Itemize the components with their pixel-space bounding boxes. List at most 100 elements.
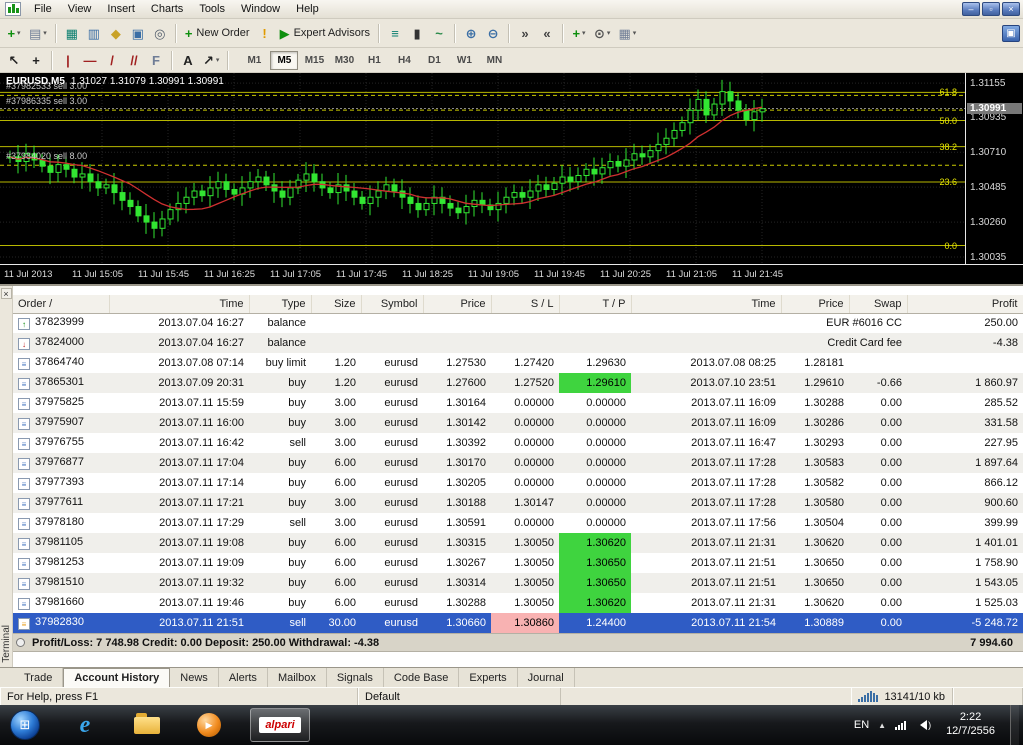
arrow-objects-button[interactable]: ↗▾ — [199, 49, 223, 71]
cursor-button[interactable]: ↖ — [3, 49, 25, 71]
timeframe-m1[interactable]: M1 — [240, 51, 268, 70]
column-header-symbol[interactable]: Symbol — [361, 295, 423, 313]
timeframe-h4[interactable]: H4 — [390, 51, 418, 70]
metaeditor-button[interactable]: ! — [254, 22, 276, 44]
indicators-button[interactable]: +▾ — [568, 22, 590, 44]
menu-item-file[interactable]: File — [26, 1, 60, 17]
taskbar-clock[interactable]: 2:22 12/7/2556 — [940, 711, 1001, 739]
strategy-tester-button[interactable]: ◎ — [149, 22, 171, 44]
templates-button[interactable]: ▦▾ — [614, 22, 640, 44]
column-header-t-p[interactable]: T / P — [559, 295, 631, 313]
column-header-type[interactable]: Type — [249, 295, 311, 313]
trendline-button[interactable]: / — [101, 49, 123, 71]
column-header-s-l[interactable]: S / L — [491, 295, 559, 313]
history-row[interactable]: ≡378647402013.07.08 07:14buy limit1.20eu… — [13, 353, 1023, 373]
chart-profiles-button[interactable]: ▤▾ — [25, 22, 51, 44]
periods-button[interactable]: ⊙▾ — [590, 22, 614, 44]
tab-signals[interactable]: Signals — [327, 668, 384, 687]
market-watch-button[interactable]: ▦ — [61, 22, 83, 44]
history-row[interactable]: ≡379828302013.07.11 21:51sell30.00eurusd… — [13, 613, 1023, 633]
chart-panel[interactable]: EURUSD,M51.31027 1.31079 1.30991 1.30991… — [0, 73, 1023, 284]
volume-icon[interactable]: ) — [915, 720, 931, 730]
docked-window-button[interactable]: ▣ — [1002, 25, 1020, 42]
restore-button[interactable]: ▫ — [982, 2, 1000, 16]
timeframe-w1[interactable]: W1 — [450, 51, 478, 70]
text-label-button[interactable]: A — [177, 49, 199, 71]
timeframe-mn[interactable]: MN — [480, 51, 508, 70]
menu-item-view[interactable]: View — [60, 1, 100, 17]
timeframe-d1[interactable]: D1 — [420, 51, 448, 70]
navigator-button[interactable]: ◆ — [105, 22, 127, 44]
history-row[interactable]: ↓378240002013.07.04 16:27balanceCredit C… — [13, 333, 1023, 353]
menu-item-window[interactable]: Window — [233, 1, 288, 17]
taskbar-windows-explorer[interactable] — [126, 708, 168, 742]
history-row[interactable]: ↑378239992013.07.04 16:27balanceEUR #601… — [13, 313, 1023, 333]
show-desktop-button[interactable] — [1010, 705, 1019, 745]
taskbar-media-player[interactable]: ▶ — [188, 708, 230, 742]
history-row[interactable]: ≡379767552013.07.11 16:42sell3.00eurusd1… — [13, 433, 1023, 453]
chart-line-button[interactable]: ~ — [428, 22, 450, 44]
tab-experts[interactable]: Experts — [459, 668, 517, 687]
menu-item-charts[interactable]: Charts — [143, 1, 191, 17]
column-header-profit[interactable]: Profit — [907, 295, 1023, 313]
column-header-time[interactable]: Time — [109, 295, 249, 313]
timeframe-m30[interactable]: M30 — [330, 51, 358, 70]
time-axis[interactable]: 11 Jul 201311 Jul 15:0511 Jul 15:4511 Ju… — [0, 264, 1023, 284]
price-axis[interactable]: 1.311551.309351.307101.304851.302601.300… — [965, 73, 1023, 264]
network-icon[interactable] — [895, 721, 906, 730]
history-row[interactable]: ≡379811052013.07.11 19:08buy6.00eurusd1.… — [13, 533, 1023, 553]
minimize-button[interactable]: – — [962, 2, 980, 16]
menu-item-help[interactable]: Help — [288, 1, 327, 17]
history-row[interactable]: ≡379816602013.07.11 19:46buy6.00eurusd1.… — [13, 593, 1023, 613]
menu-item-tools[interactable]: Tools — [191, 1, 233, 17]
new-chart-button[interactable]: +▾ — [3, 22, 25, 44]
equidistant-channel-button[interactable]: // — [123, 49, 145, 71]
data-window-button[interactable]: ▥ — [83, 22, 105, 44]
price-chart-svg[interactable] — [0, 73, 965, 264]
tab-trade[interactable]: Trade — [14, 668, 63, 687]
new-order-button[interactable]: +New Order — [181, 22, 254, 44]
history-row[interactable]: ≡379776112013.07.11 17:21buy3.00eurusd1.… — [13, 493, 1023, 513]
menu-item-insert[interactable]: Insert — [99, 1, 143, 17]
terminal-panel-button[interactable]: ▣ — [127, 22, 149, 44]
close-button[interactable]: × — [1002, 2, 1020, 16]
column-header-size[interactable]: Size — [311, 295, 361, 313]
price-chart[interactable] — [0, 73, 965, 264]
history-row[interactable]: ≡378653012013.07.09 20:31buy1.20eurusd1.… — [13, 373, 1023, 393]
history-row[interactable]: ≡379773932013.07.11 17:14buy6.00eurusd1.… — [13, 473, 1023, 493]
zoom-out-button[interactable]: ⊖ — [482, 22, 504, 44]
history-row[interactable]: ≡379812532013.07.11 19:09buy6.00eurusd1.… — [13, 553, 1023, 573]
column-header-price[interactable]: Price — [781, 295, 849, 313]
zoom-in-button[interactable]: ⊕ — [460, 22, 482, 44]
horizontal-line-button[interactable]: — — [79, 49, 101, 71]
taskbar-internet-explorer[interactable]: e — [64, 708, 106, 742]
tab-alerts[interactable]: Alerts — [219, 668, 268, 687]
auto-scroll-button[interactable]: » — [514, 22, 536, 44]
tab-journal[interactable]: Journal — [518, 668, 575, 687]
timeframe-h1[interactable]: H1 — [360, 51, 388, 70]
status-profile[interactable]: Default — [358, 688, 561, 705]
tab-account-history[interactable]: Account History — [63, 668, 170, 687]
history-row[interactable]: ≡379759072013.07.11 16:00buy3.00eurusd1.… — [13, 413, 1023, 433]
chart-shift-button[interactable]: « — [536, 22, 558, 44]
history-row[interactable]: ≡379758252013.07.11 15:59buy3.00eurusd1.… — [13, 393, 1023, 413]
fibonacci-retracement-button[interactable]: F — [145, 49, 167, 71]
column-header-order-[interactable]: Order / — [13, 295, 109, 313]
vertical-line-button[interactable]: | — [57, 49, 79, 71]
timeframe-m15[interactable]: M15 — [300, 51, 328, 70]
chart-bars-button[interactable]: ≡ — [384, 22, 406, 44]
start-button[interactable]: ⊞ — [10, 710, 40, 740]
tab-code-base[interactable]: Code Base — [384, 668, 459, 687]
tab-news[interactable]: News — [170, 668, 219, 687]
crosshair-button[interactable]: + — [25, 49, 47, 71]
column-header-swap[interactable]: Swap — [849, 295, 907, 313]
language-indicator[interactable]: EN — [854, 719, 869, 731]
expert-advisors-button[interactable]: ▶Expert Advisors — [276, 22, 374, 44]
history-row[interactable]: ≡379781802013.07.11 17:29sell3.00eurusd1… — [13, 513, 1023, 533]
history-row[interactable]: ≡379815102013.07.11 19:32buy6.00eurusd1.… — [13, 573, 1023, 593]
column-header-time[interactable]: Time — [631, 295, 781, 313]
chart-candles-button[interactable]: ▮ — [406, 22, 428, 44]
tray-expand-icon[interactable]: ▲ — [878, 721, 886, 730]
timeframe-m5[interactable]: M5 — [270, 51, 298, 70]
column-header-price[interactable]: Price — [423, 295, 491, 313]
